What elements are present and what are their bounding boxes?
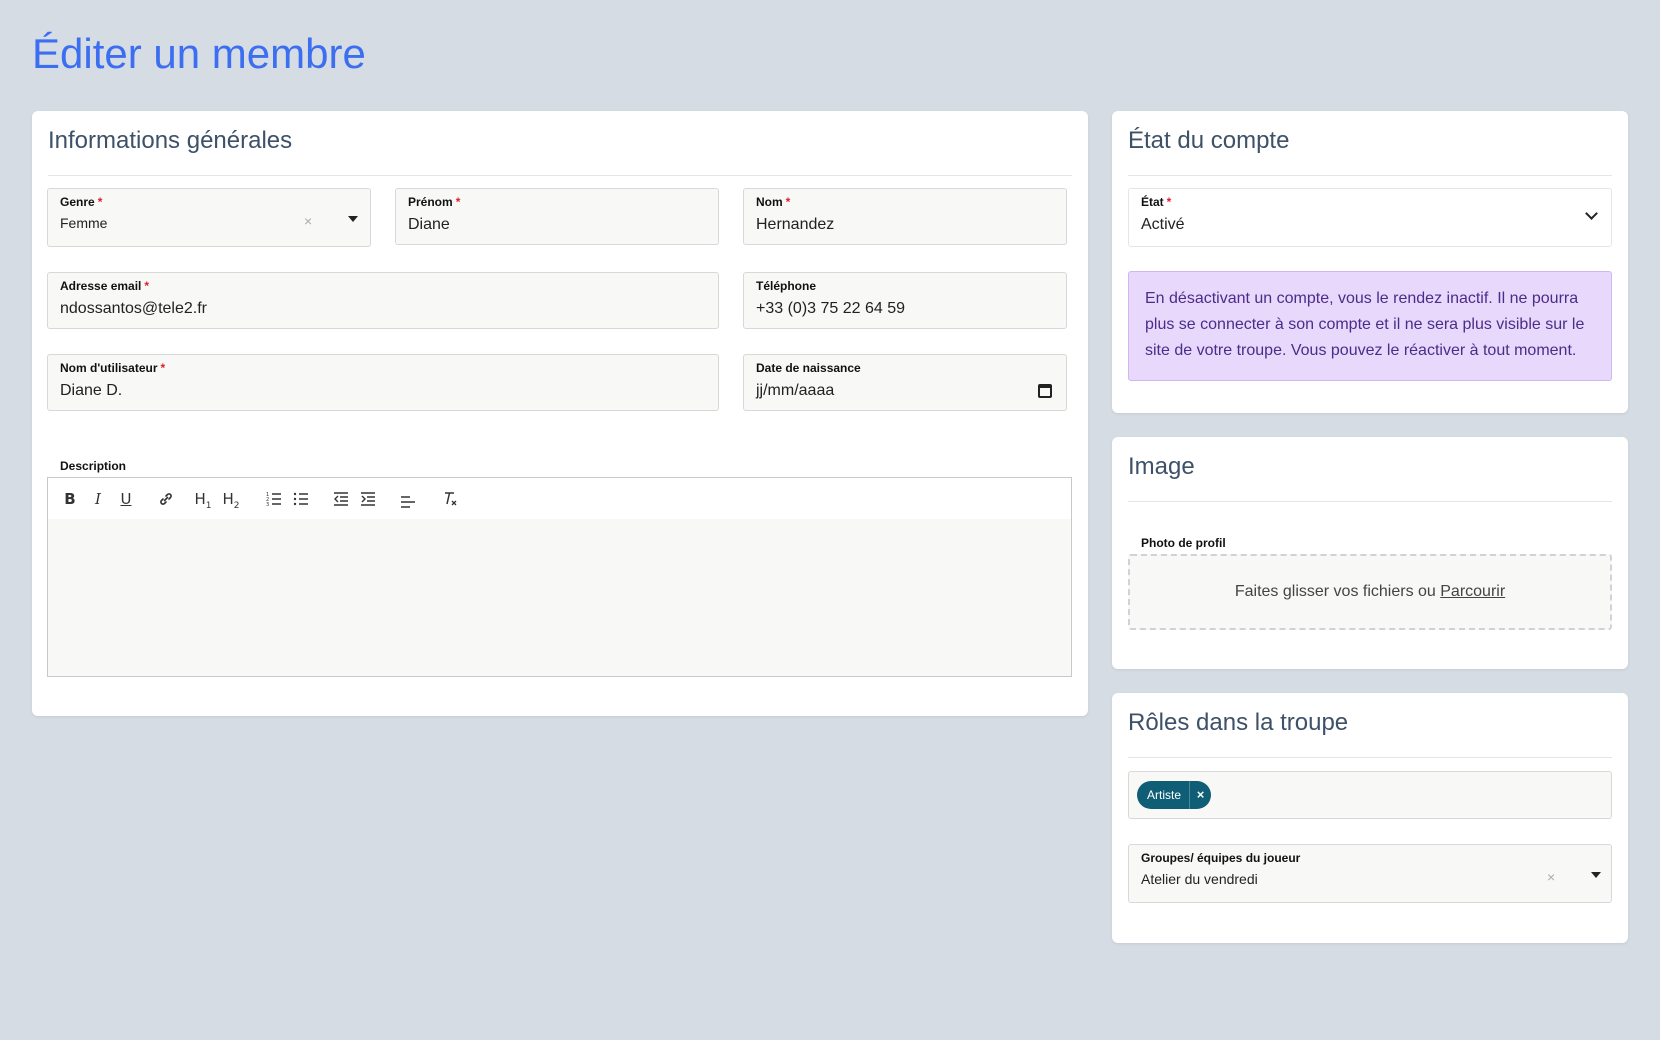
indent-icon <box>361 492 375 506</box>
card-title-account: État du compte <box>1128 127 1290 154</box>
heading2-button[interactable]: H2 <box>221 488 241 511</box>
clear-format-button[interactable] <box>440 488 460 510</box>
telephone-value: +33 (0)3 75 22 64 59 <box>756 300 906 317</box>
roles-tag-input[interactable]: Artiste × <box>1128 771 1612 819</box>
telephone-label: Téléphone <box>756 279 817 293</box>
divider <box>1128 501 1612 502</box>
photo-dropzone[interactable]: Faites glisser vos fichiers ou Parcourir <box>1128 554 1612 630</box>
description-editor[interactable] <box>47 519 1072 677</box>
prenom-field[interactable]: Prénom * Diane <box>395 188 719 245</box>
heading1-button[interactable]: H1 <box>193 488 213 511</box>
photo-label: Photo de profil <box>1141 536 1226 550</box>
calendar-icon[interactable] <box>1038 384 1052 398</box>
bullet-list-button[interactable] <box>291 488 311 510</box>
groups-value: Atelier du vendredi <box>1141 871 1258 887</box>
page-title: Éditer un membre <box>32 30 366 77</box>
chevron-down-icon[interactable] <box>1585 207 1598 220</box>
clear-icon[interactable]: × <box>304 213 312 229</box>
caret-down-icon[interactable] <box>348 216 358 222</box>
genre-label: Genre * <box>60 195 103 209</box>
card-title-image: Image <box>1128 453 1195 480</box>
card-title-roles: Rôles dans la troupe <box>1128 709 1349 736</box>
telephone-field[interactable]: Téléphone +33 (0)3 75 22 64 59 <box>743 272 1067 329</box>
username-value: Diane D. <box>60 382 123 399</box>
email-field[interactable]: Adresse email * ndossantos@tele2.fr <box>47 272 719 329</box>
card-title-general: Informations générales <box>48 127 293 154</box>
genre-value: Femme <box>60 215 108 231</box>
underline-button[interactable]: U <box>116 488 136 510</box>
outdent-button[interactable] <box>331 488 351 510</box>
link-button[interactable] <box>156 488 176 510</box>
bold-button[interactable]: B <box>60 488 80 510</box>
role-tag-label: Artiste <box>1147 788 1182 802</box>
editor-toolbar: B I U H1 H2 123 <box>47 477 1072 520</box>
indent-button[interactable] <box>358 488 378 510</box>
nom-field[interactable]: Nom * Hernandez <box>743 188 1067 245</box>
genre-select[interactable]: Genre * Femme × <box>47 188 371 247</box>
svg-text:3: 3 <box>266 502 269 507</box>
description-label: Description <box>60 459 127 473</box>
username-label: Nom d'utilisateur * <box>60 361 166 375</box>
birthdate-field[interactable]: Date de naissance jj/mm/aaaa <box>743 354 1067 411</box>
ordered-list-button[interactable]: 123 <box>264 488 284 510</box>
clear-format-icon <box>445 492 457 506</box>
close-icon[interactable]: × <box>1189 781 1211 809</box>
align-left-icon <box>401 496 415 508</box>
align-button[interactable] <box>398 488 418 510</box>
outdent-icon <box>334 492 348 506</box>
clear-icon[interactable]: × <box>1547 869 1555 885</box>
username-field[interactable]: Nom d'utilisateur * Diane D. <box>47 354 719 411</box>
etat-value: Activé <box>1141 216 1185 233</box>
prenom-value: Diane <box>408 216 450 233</box>
etat-label: État * <box>1141 195 1172 209</box>
caret-down-icon[interactable] <box>1591 872 1601 878</box>
italic-button[interactable]: I <box>88 488 108 510</box>
nom-label: Nom * <box>756 195 791 209</box>
birthdate-value: jj/mm/aaaa <box>756 382 835 399</box>
etat-select[interactable]: État * Activé <box>1128 188 1612 247</box>
nom-value: Hernandez <box>756 216 835 233</box>
groups-label: Groupes/ équipes du joueur <box>1141 851 1301 865</box>
groups-select[interactable]: Groupes/ équipes du joueur Atelier du ve… <box>1128 844 1612 903</box>
image-card: Image Photo de profil <box>1112 437 1628 669</box>
prenom-label: Prénom * <box>408 195 461 209</box>
link-icon <box>160 493 172 505</box>
birthdate-label: Date de naissance <box>756 361 861 375</box>
dropzone-text: Faites glisser vos fichiers ou <box>1234 583 1441 600</box>
role-tag: Artiste × <box>1137 781 1212 809</box>
divider <box>48 175 1072 176</box>
ordered-list-icon: 123 <box>266 492 281 508</box>
email-value: ndossantos@tele2.fr <box>60 300 207 317</box>
email-label: Adresse email * <box>60 279 150 293</box>
divider <box>1128 175 1612 176</box>
divider <box>1128 757 1612 758</box>
browse-link[interactable]: Parcourir <box>1440 583 1505 600</box>
deactivation-notice: En désactivant un compte, vous le rendez… <box>1128 271 1612 381</box>
bullet-list-icon <box>293 492 308 506</box>
